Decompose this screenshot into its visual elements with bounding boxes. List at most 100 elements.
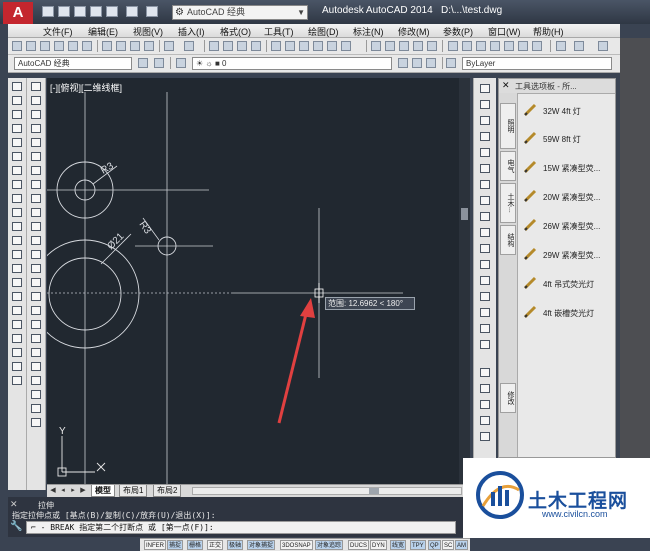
layer-match-icon[interactable] bbox=[480, 432, 490, 441]
menu-format[interactable]: 格式(O) bbox=[220, 25, 251, 38]
explode-icon[interactable] bbox=[31, 320, 41, 329]
menu-modify[interactable]: 修改(M) bbox=[398, 25, 430, 38]
menu-dimension[interactable]: 标注(N) bbox=[353, 25, 384, 38]
status-lineweight[interactable]: 线宽 bbox=[390, 540, 407, 550]
ellipse-arc-icon[interactable] bbox=[12, 222, 22, 231]
move-icon[interactable] bbox=[31, 152, 41, 161]
revision-cloud-icon[interactable] bbox=[12, 180, 22, 189]
circle-icon[interactable] bbox=[12, 166, 22, 175]
status-am[interactable]: AM bbox=[455, 540, 468, 550]
snap-perpendicular-icon[interactable] bbox=[480, 212, 490, 221]
layer-lock-icon[interactable] bbox=[480, 416, 490, 425]
layer-properties-icon[interactable] bbox=[176, 58, 186, 68]
hatch-icon[interactable] bbox=[12, 278, 22, 287]
undo-icon[interactable] bbox=[164, 41, 174, 51]
undo-icon[interactable] bbox=[126, 6, 138, 17]
snap-insert-icon[interactable] bbox=[480, 244, 490, 253]
wrench-icon[interactable]: 🔧 bbox=[10, 521, 24, 534]
snap-midpoint-icon[interactable] bbox=[480, 116, 490, 125]
status-infer[interactable]: INFER bbox=[144, 540, 166, 550]
offset-icon[interactable] bbox=[31, 124, 41, 133]
print-icon[interactable] bbox=[54, 41, 64, 51]
toolbar-settings-icon[interactable] bbox=[154, 58, 164, 68]
next-tab-icon[interactable]: ▸ bbox=[69, 487, 77, 495]
region-icon[interactable] bbox=[12, 306, 22, 315]
snap-extension-icon[interactable] bbox=[480, 148, 490, 157]
drawing-canvas[interactable]: R3 R3 Ø21 Y [-][俯视][二维线框] 范围: 12.6962 < … bbox=[47, 78, 470, 484]
save-as-icon[interactable] bbox=[90, 6, 102, 17]
workspace-select[interactable]: ⚙ AutoCAD 经典 ▼ bbox=[172, 5, 308, 20]
status-grid[interactable]: 栅格 bbox=[187, 540, 204, 550]
table-icon[interactable] bbox=[12, 320, 22, 329]
snap-from-icon[interactable] bbox=[480, 324, 490, 333]
tab-layout1[interactable]: 布局1 bbox=[119, 485, 148, 497]
palette-header[interactable]: ✕ 工具选项板 - 所... bbox=[499, 79, 615, 94]
pencil-icon[interactable] bbox=[31, 362, 41, 371]
extend-icon[interactable] bbox=[31, 222, 41, 231]
tab-model[interactable]: 模型 bbox=[91, 485, 115, 497]
first-tab-icon[interactable]: ◀ bbox=[49, 487, 57, 495]
polygon-icon[interactable] bbox=[12, 124, 22, 133]
dim-baseline-icon[interactable] bbox=[532, 41, 542, 51]
zoom-previous-icon[interactable] bbox=[251, 41, 261, 51]
tool-item[interactable]: 26W 紧凑型荧... bbox=[521, 216, 613, 236]
gear-icon[interactable] bbox=[138, 58, 148, 68]
join-icon[interactable] bbox=[31, 264, 41, 273]
undo-icon[interactable] bbox=[556, 41, 566, 51]
erase-icon[interactable] bbox=[31, 82, 41, 91]
menu-file[interactable]: 文件(F) bbox=[43, 25, 73, 38]
ellipse-icon[interactable] bbox=[12, 208, 22, 217]
stretch-icon[interactable] bbox=[31, 194, 41, 203]
layer-state-icon[interactable] bbox=[426, 58, 436, 68]
polyline-icon[interactable] bbox=[12, 110, 22, 119]
tool-item[interactable]: 15W 紧凑型荧... bbox=[521, 158, 613, 178]
make-current-icon[interactable] bbox=[398, 58, 408, 68]
open-file-icon[interactable] bbox=[58, 6, 70, 17]
construction-line-icon[interactable] bbox=[12, 96, 22, 105]
spline-icon[interactable] bbox=[12, 194, 22, 203]
color-swatch-icon[interactable] bbox=[446, 58, 456, 68]
dim-diameter-icon[interactable] bbox=[504, 41, 514, 51]
zoom-realtime-icon[interactable] bbox=[223, 41, 233, 51]
grip-icon[interactable] bbox=[31, 404, 41, 413]
tool-item[interactable]: 4ft 吊式荧光灯 bbox=[521, 274, 613, 294]
sheet-set-icon[interactable] bbox=[313, 41, 323, 51]
paste-icon[interactable] bbox=[130, 41, 140, 51]
tool-item[interactable]: 29W 紧凑型荧... bbox=[521, 245, 613, 265]
status-dyn[interactable]: DYN bbox=[370, 540, 387, 550]
arc-icon[interactable] bbox=[12, 152, 22, 161]
dim-style-icon[interactable] bbox=[399, 41, 409, 51]
tool-item[interactable]: 32W 4ft 灯 bbox=[521, 101, 613, 121]
dimension-icon[interactable] bbox=[12, 376, 22, 385]
horizontal-scrollbar[interactable] bbox=[192, 487, 462, 495]
redo-icon[interactable] bbox=[146, 6, 158, 17]
line-icon[interactable] bbox=[12, 82, 22, 91]
snap-node-icon[interactable] bbox=[480, 260, 490, 269]
snap-quadrant-icon[interactable] bbox=[480, 180, 490, 189]
markup-icon[interactable] bbox=[327, 41, 337, 51]
close-icon[interactable]: ✕ bbox=[502, 80, 510, 91]
linetype-combo[interactable]: ByLayer bbox=[462, 57, 612, 70]
menu-draw[interactable]: 绘图(D) bbox=[308, 25, 339, 38]
scrollbar-thumb[interactable] bbox=[461, 208, 468, 220]
redo-icon[interactable] bbox=[184, 41, 194, 51]
scale-icon[interactable] bbox=[31, 180, 41, 189]
design-center-icon[interactable] bbox=[285, 41, 295, 51]
tool-item[interactable]: 20W 紧凑型荧... bbox=[521, 187, 613, 207]
tool-palettes-icon[interactable] bbox=[299, 41, 309, 51]
measure-icon[interactable] bbox=[31, 376, 41, 385]
text-style-icon[interactable] bbox=[385, 41, 395, 51]
tab-layout2[interactable]: 布局2 bbox=[153, 485, 182, 497]
add-selected-icon[interactable] bbox=[12, 348, 22, 357]
tool-item[interactable]: 4ft 嵌槽荧光灯 bbox=[521, 303, 613, 323]
snap-parallel-icon[interactable] bbox=[480, 228, 490, 237]
status-tpy[interactable]: TPY bbox=[410, 540, 426, 550]
viewport-label[interactable]: [-][俯视][二维线框] bbox=[50, 81, 122, 94]
match-properties-icon[interactable] bbox=[144, 41, 154, 51]
break-at-point-icon[interactable] bbox=[31, 236, 41, 245]
dim-radius-icon[interactable] bbox=[490, 41, 500, 51]
point-icon[interactable] bbox=[12, 264, 22, 273]
scrollbar-thumb[interactable] bbox=[369, 488, 379, 494]
multileader-style-icon[interactable] bbox=[427, 41, 437, 51]
autocad-logo-icon[interactable]: A bbox=[3, 2, 33, 24]
